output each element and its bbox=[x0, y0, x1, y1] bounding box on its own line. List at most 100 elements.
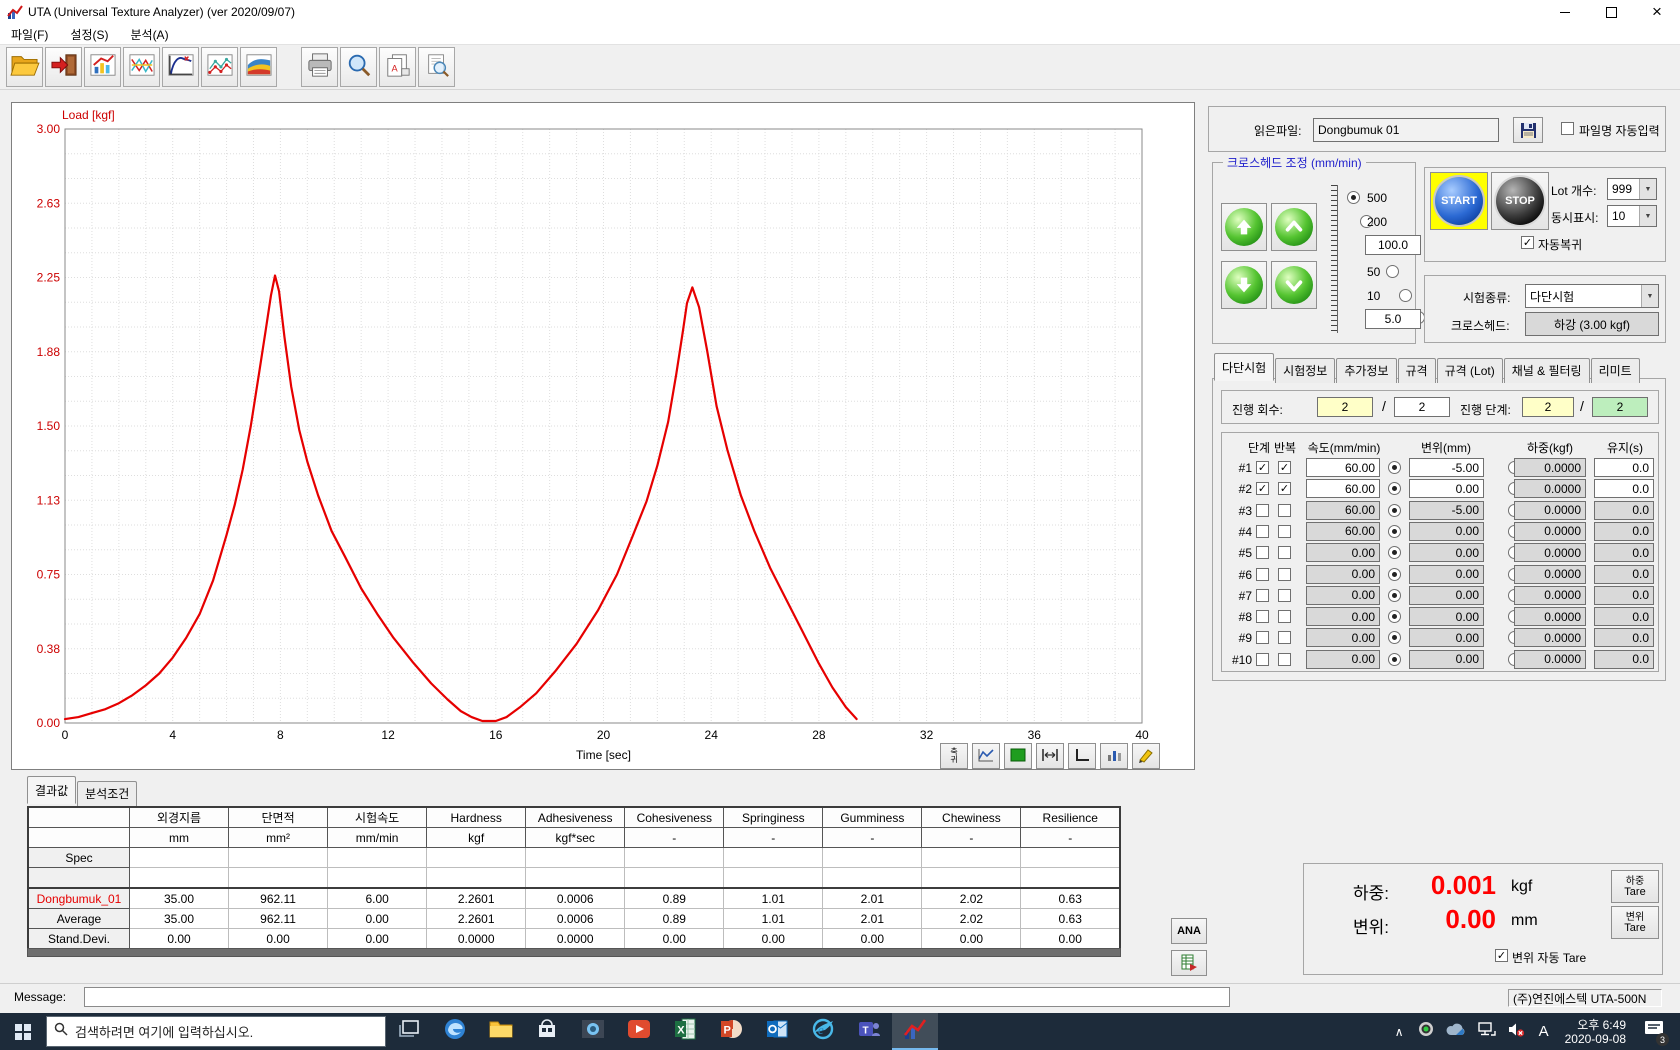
results-hscrollbar[interactable] bbox=[27, 948, 1121, 957]
param-disp-mode-radio[interactable] bbox=[1388, 546, 1401, 559]
param-disp-mode-radio[interactable] bbox=[1388, 504, 1401, 517]
param-enable-checkbox[interactable] bbox=[1256, 631, 1269, 644]
antivirus-icon[interactable] bbox=[1418, 1021, 1434, 1042]
param-disp-mode-radio[interactable] bbox=[1388, 589, 1401, 602]
param-disp-mode-radio[interactable] bbox=[1388, 631, 1401, 644]
toolbar-area-chart-button[interactable] bbox=[240, 47, 277, 87]
export-button[interactable] bbox=[1171, 950, 1207, 976]
autoname-checkbox[interactable] bbox=[1561, 122, 1574, 135]
ana-button[interactable]: ANA bbox=[1171, 918, 1207, 944]
taskbar-teams[interactable]: T bbox=[846, 1013, 892, 1050]
toolbar-multi-line-chart-button[interactable] bbox=[123, 47, 160, 87]
marker-pen-button[interactable] bbox=[1132, 743, 1160, 769]
param-speed-input[interactable]: 60.00 bbox=[1306, 479, 1380, 498]
toolbar-scatter-chart-button[interactable] bbox=[201, 47, 238, 87]
test-type-select[interactable]: 다단시험▼ bbox=[1525, 284, 1659, 308]
network-icon[interactable] bbox=[1478, 1022, 1496, 1042]
toolbar-curve-chart-button[interactable] bbox=[162, 47, 199, 87]
param-disp-mode-radio[interactable] bbox=[1388, 653, 1401, 666]
jog-down-fast-button[interactable] bbox=[1221, 261, 1267, 309]
tab-2[interactable]: 시험정보 bbox=[1275, 358, 1335, 383]
param-load-input[interactable]: 0.0000 bbox=[1514, 586, 1586, 605]
param-hold-input[interactable]: 0.0 bbox=[1594, 586, 1654, 605]
param-speed-input[interactable]: 0.00 bbox=[1306, 586, 1380, 605]
toolbar-zoom-button[interactable] bbox=[340, 47, 377, 87]
line-chart-button[interactable] bbox=[972, 743, 1000, 769]
taskbar-task-view[interactable] bbox=[386, 1013, 432, 1050]
taskbar-search[interactable]: 검색하려면 여기에 입력하십시오. bbox=[46, 1016, 386, 1047]
param-enable-checkbox[interactable] bbox=[1256, 504, 1269, 517]
param-repeat-checkbox[interactable] bbox=[1278, 589, 1291, 602]
param-load-input[interactable]: 0.0000 bbox=[1514, 607, 1586, 626]
taskbar-store[interactable] bbox=[524, 1013, 570, 1050]
read-file-input[interactable]: Dongbumuk 01 bbox=[1313, 118, 1499, 142]
param-disp-input[interactable]: 0.00 bbox=[1409, 565, 1484, 584]
param-hold-input[interactable]: 0.0 bbox=[1594, 501, 1654, 520]
crosshead-speed-radio-10[interactable] bbox=[1399, 289, 1412, 302]
param-disp-mode-radio[interactable] bbox=[1388, 482, 1401, 495]
ime-indicator[interactable]: A bbox=[1539, 1023, 1549, 1040]
param-repeat-checkbox[interactable] bbox=[1278, 610, 1291, 623]
param-disp-mode-radio[interactable] bbox=[1388, 610, 1401, 623]
x-range-button[interactable] bbox=[1036, 743, 1064, 769]
stop-button[interactable]: STOP bbox=[1491, 172, 1549, 230]
tab-6[interactable]: 채널 & 필터링 bbox=[1504, 358, 1590, 383]
param-speed-input[interactable]: 0.00 bbox=[1306, 607, 1380, 626]
param-speed-input[interactable]: 60.00 bbox=[1306, 522, 1380, 541]
param-hold-input[interactable]: 0.0 bbox=[1594, 650, 1654, 669]
param-speed-input[interactable]: 0.00 bbox=[1306, 628, 1380, 647]
param-disp-input[interactable]: 0.00 bbox=[1409, 543, 1484, 562]
auto-return-checkbox[interactable]: ✓ bbox=[1521, 236, 1534, 249]
param-enable-checkbox[interactable] bbox=[1256, 589, 1269, 602]
onedrive-icon[interactable] bbox=[1446, 1022, 1466, 1041]
param-disp-input[interactable]: 0.00 bbox=[1409, 479, 1484, 498]
jog-up-fast-button[interactable] bbox=[1221, 203, 1267, 251]
taskbar-file-explorer[interactable] bbox=[478, 1013, 524, 1050]
toolbar-print-button[interactable] bbox=[301, 47, 338, 87]
bar-chart-button[interactable] bbox=[1100, 743, 1128, 769]
param-repeat-checkbox[interactable]: ✓ bbox=[1278, 482, 1291, 495]
close-button[interactable]: × bbox=[1634, 0, 1680, 24]
jog-up-button[interactable] bbox=[1271, 203, 1317, 251]
param-disp-input[interactable]: 0.00 bbox=[1409, 650, 1484, 669]
taskbar-edge[interactable] bbox=[432, 1013, 478, 1050]
menu-item-3[interactable]: 분석(A) bbox=[119, 24, 179, 45]
param-load-input[interactable]: 0.0000 bbox=[1514, 543, 1586, 562]
toolbar-exit-button[interactable] bbox=[45, 47, 82, 87]
start-button[interactable]: START bbox=[1430, 172, 1488, 230]
disp-tare-button[interactable]: 변위Tare bbox=[1611, 906, 1659, 939]
toolbar-report-chart-button[interactable] bbox=[84, 47, 121, 87]
param-enable-checkbox[interactable] bbox=[1256, 546, 1269, 559]
param-load-input[interactable]: 0.0000 bbox=[1514, 458, 1586, 477]
param-enable-checkbox[interactable] bbox=[1256, 525, 1269, 538]
param-load-input[interactable]: 0.0000 bbox=[1514, 501, 1586, 520]
param-hold-input[interactable]: 0.0 bbox=[1594, 458, 1654, 477]
load-tare-button[interactable]: 하중Tare bbox=[1611, 870, 1659, 903]
param-disp-input[interactable]: 0.00 bbox=[1409, 586, 1484, 605]
tab-1[interactable]: 다단시험 bbox=[1214, 353, 1274, 381]
param-enable-checkbox[interactable] bbox=[1256, 568, 1269, 581]
param-repeat-checkbox[interactable] bbox=[1278, 653, 1291, 666]
param-hold-input[interactable]: 0.0 bbox=[1594, 543, 1654, 562]
crosshead-speed-input-100.0[interactable]: 100.0 bbox=[1365, 235, 1421, 255]
message-input[interactable] bbox=[84, 987, 1230, 1007]
param-enable-checkbox[interactable] bbox=[1256, 610, 1269, 623]
taskbar-powerpoint[interactable]: P bbox=[708, 1013, 754, 1050]
results-tab-2[interactable]: 분석조건 bbox=[77, 781, 137, 806]
param-disp-input[interactable]: -5.00 bbox=[1409, 458, 1484, 477]
param-repeat-checkbox[interactable]: ✓ bbox=[1278, 461, 1291, 474]
toolbar-print-preview-button[interactable]: A bbox=[379, 47, 416, 87]
save-button[interactable] bbox=[1513, 117, 1543, 143]
toolbar-open-file-button[interactable] bbox=[6, 47, 43, 87]
param-load-input[interactable]: 0.0000 bbox=[1514, 628, 1586, 647]
notification-center-icon[interactable]: 3 bbox=[1644, 1020, 1664, 1043]
tab-3[interactable]: 추가정보 bbox=[1336, 358, 1396, 383]
param-load-input[interactable]: 0.0000 bbox=[1514, 650, 1586, 669]
param-hold-input[interactable]: 0.0 bbox=[1594, 522, 1654, 541]
start-button[interactable] bbox=[0, 1013, 46, 1050]
param-disp-mode-radio[interactable] bbox=[1388, 525, 1401, 538]
param-speed-input[interactable]: 60.00 bbox=[1306, 501, 1380, 520]
axes-scale-button[interactable] bbox=[1068, 743, 1096, 769]
param-load-input[interactable]: 0.0000 bbox=[1514, 479, 1586, 498]
param-disp-mode-radio[interactable] bbox=[1388, 461, 1401, 474]
